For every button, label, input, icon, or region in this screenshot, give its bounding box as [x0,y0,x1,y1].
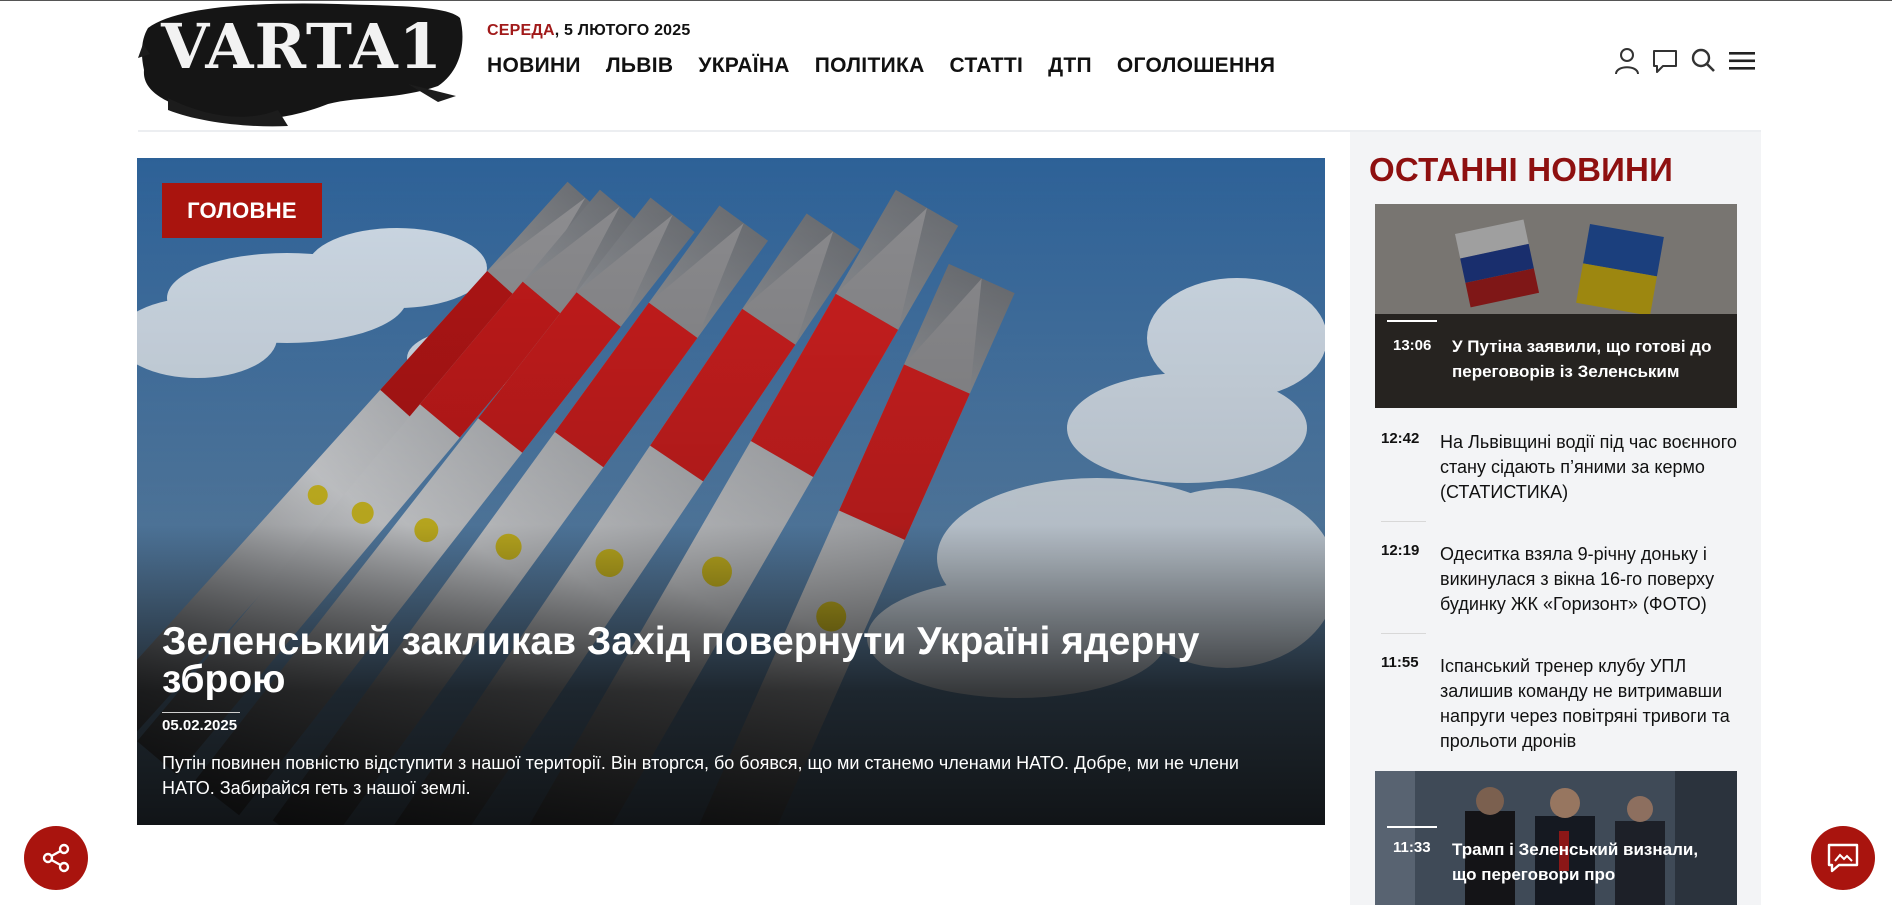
news-separator [1381,521,1426,522]
hero-title[interactable]: Зеленський закликав Захід повернути Укра… [162,622,1272,699]
nav-item-ads[interactable]: ОГОЛОШЕННЯ [1117,54,1275,78]
news-card-divider [1387,320,1437,322]
sidebar-title: ОСТАННІ НОВИНИ [1369,151,1673,188]
news-time: 13:06 [1393,337,1432,354]
share-button[interactable] [24,826,88,890]
news-card-divider [1387,826,1437,828]
chat-icon [1827,843,1859,873]
news-title[interactable]: Одеситка взяла 9-річну доньку і викинула… [1440,542,1740,617]
hero-date: 05.02.2025 [162,717,238,734]
news-time: 11:55 [1381,654,1419,671]
hero-article[interactable]: ГОЛОВНЕ Зеленський закликав Захід поверн… [137,158,1325,825]
news-title[interactable]: Трамп і Зеленський визнали, що переговор… [1452,837,1727,887]
news-time: 12:42 [1381,430,1420,447]
news-separator [1381,633,1426,634]
nav-item-articles[interactable]: СТАТТІ [950,54,1024,78]
news-card[interactable]: 13:06 У Путіна заявили, що готові до пер… [1375,204,1737,408]
news-title[interactable]: Іспанський тренер клубу УПЛ залишив кома… [1440,654,1740,754]
nav-item-politics[interactable]: ПОЛІТИКА [815,54,925,78]
share-icon [42,843,70,873]
hero-lead: Путін повинен повністю відступити з нашо… [162,753,1239,798]
category-badge[interactable]: ГОЛОВНЕ [162,183,322,238]
nav-item-lviv[interactable]: ЛЬВІВ [606,54,674,78]
svg-text:VARTA1: VARTA1 [160,10,443,83]
date-weekday: СЕРЕДА [487,22,555,39]
current-date: СЕРЕДА, 5 ЛЮТОГО 2025 [487,22,690,40]
hero-image [137,158,1325,825]
comments-icon[interactable] [1652,47,1678,75]
chat-button[interactable] [1811,826,1875,890]
news-time: 12:19 [1381,542,1420,559]
news-item[interactable]: 11:55 Іспанський тренер клубу УПЛ залиши… [1381,654,1741,759]
main-nav: НОВИНИ ЛЬВІВ УКРАЇНА ПОЛІТИКА СТАТТІ ДТП… [487,54,1300,78]
news-time: 11:33 [1393,839,1431,856]
news-item[interactable]: 12:19 Одеситка взяла 9-річну доньку і ви… [1381,542,1741,622]
news-title[interactable]: На Львівщині водії під час воєнного стан… [1440,430,1740,505]
hero-divider [162,712,240,713]
header-actions [1614,47,1756,75]
news-item[interactable]: 12:42 На Львівщині водії під час воєнног… [1381,430,1741,510]
menu-icon[interactable] [1728,47,1756,75]
nav-item-dtp[interactable]: ДТП [1048,54,1092,78]
site-logo[interactable]: VARTA1 [138,0,466,128]
news-title[interactable]: У Путіна заявили, що готові до переговор… [1452,334,1727,384]
date-text: , 5 ЛЮТОГО 2025 [554,22,691,39]
nav-item-news[interactable]: НОВИНИ [487,54,581,78]
latest-news-sidebar: ОСТАННІ НОВИНИ 13:06 У Путіна заявили, щ… [1350,132,1761,905]
news-card[interactable]: 11:33 Трамп і Зеленський визнали, що пер… [1375,771,1737,905]
nav-item-ukraine[interactable]: УКРАЇНА [698,54,789,78]
user-icon[interactable] [1614,47,1640,75]
search-icon[interactable] [1690,47,1716,75]
